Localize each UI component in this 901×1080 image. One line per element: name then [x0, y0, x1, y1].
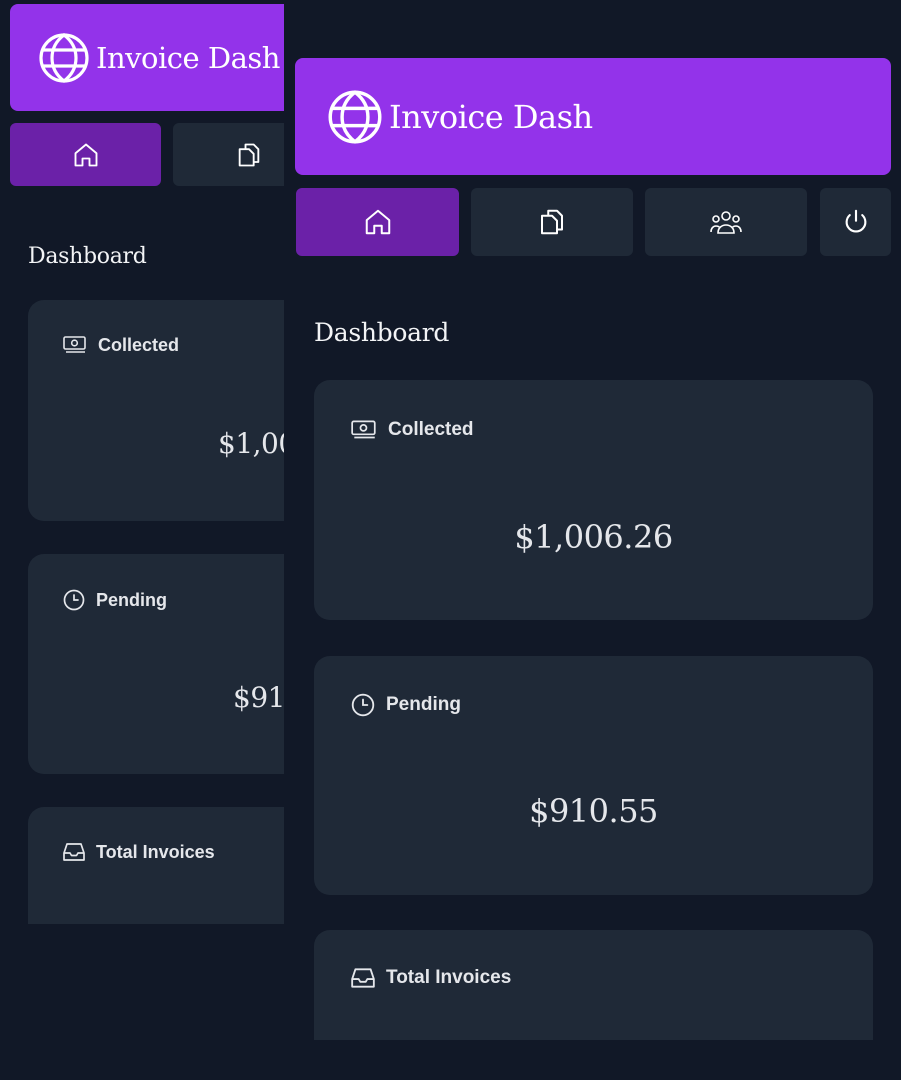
banknote-icon	[62, 334, 88, 356]
globe-icon	[38, 32, 90, 84]
total-invoices-card: Total Invoices	[28, 807, 284, 924]
collected-label: Collected	[350, 418, 474, 442]
pending-card: Pending $910.55	[314, 656, 873, 895]
nav-customers-button[interactable]	[645, 188, 807, 256]
collected-label: Collected	[62, 334, 179, 356]
page-title: Dashboard	[314, 318, 450, 347]
pending-label: Pending	[62, 588, 167, 612]
clock-icon	[350, 692, 376, 718]
clock-icon	[62, 588, 86, 612]
inbox-icon	[350, 966, 376, 990]
nav-documents-button[interactable]	[173, 123, 284, 186]
nav-home-button[interactable]	[10, 123, 161, 186]
total-invoices-card: Total Invoices	[314, 930, 873, 1040]
collected-card: Collected $1,00	[28, 300, 284, 521]
nav-home-button[interactable]	[296, 188, 459, 256]
app-header: Invoice Dash	[10, 4, 284, 111]
pending-value: $910.55	[529, 792, 658, 830]
power-icon	[841, 207, 871, 237]
collected-card: Collected $1,006.26	[314, 380, 873, 620]
customers-icon	[709, 207, 743, 237]
total-invoices-label: Total Invoices	[62, 841, 215, 863]
collected-value: $1,00	[218, 427, 284, 460]
app-title: Invoice Dash	[96, 40, 280, 75]
page-title: Dashboard	[28, 244, 147, 269]
back-window: Invoice Dash Dashboard Collected $1,0 Pe…	[0, 0, 284, 924]
documents-icon	[537, 207, 567, 237]
globe-icon	[327, 89, 383, 145]
banknote-icon	[350, 418, 378, 442]
total-invoices-label: Total Invoices	[350, 966, 511, 990]
app-header: Invoice Dash	[295, 58, 891, 175]
nav-documents-button[interactable]	[471, 188, 633, 256]
app-title: Invoice Dash	[389, 97, 593, 136]
nav-logout-button[interactable]	[820, 188, 891, 256]
inbox-icon	[62, 841, 86, 863]
pending-card: Pending $91(	[28, 554, 284, 774]
front-window: Invoice Dash Dashboard Collected $1,006.…	[284, 0, 901, 1040]
home-icon	[72, 141, 100, 169]
pending-value: $91(	[233, 681, 284, 714]
documents-icon	[235, 141, 263, 169]
pending-label: Pending	[350, 692, 461, 718]
home-icon	[363, 207, 393, 237]
collected-value: $1,006.26	[514, 518, 673, 556]
